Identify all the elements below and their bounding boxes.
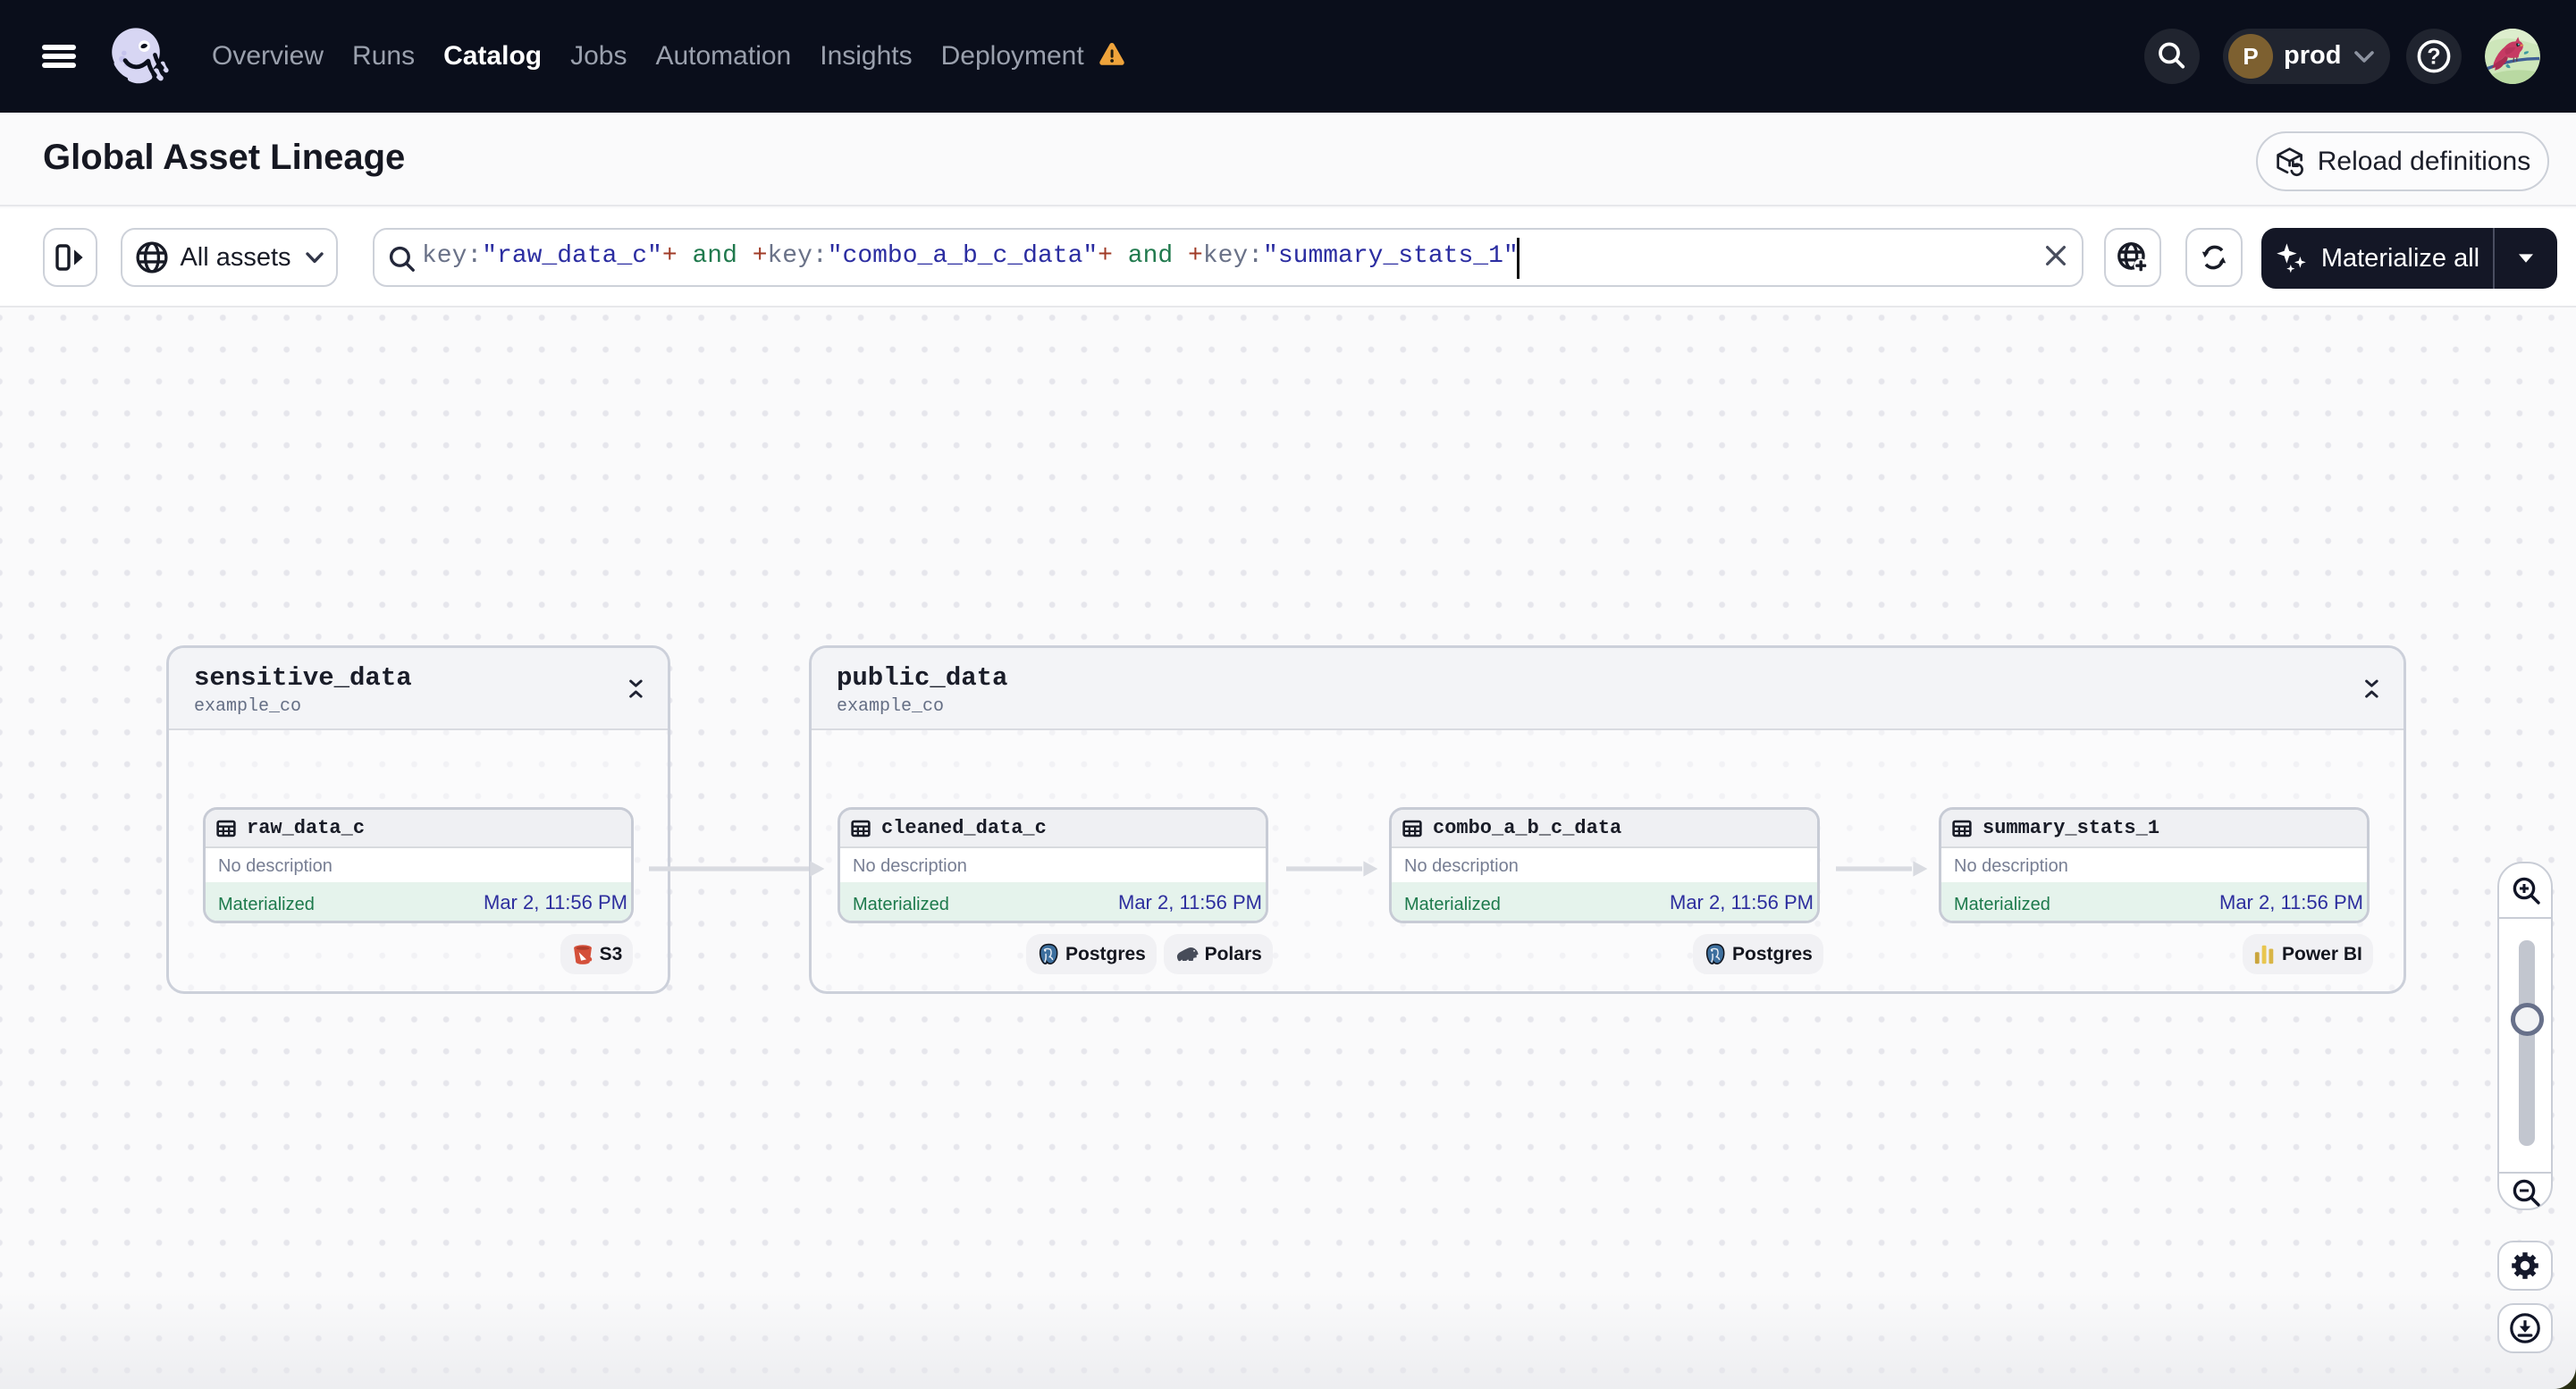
svg-text:?: ? xyxy=(2427,45,2440,70)
